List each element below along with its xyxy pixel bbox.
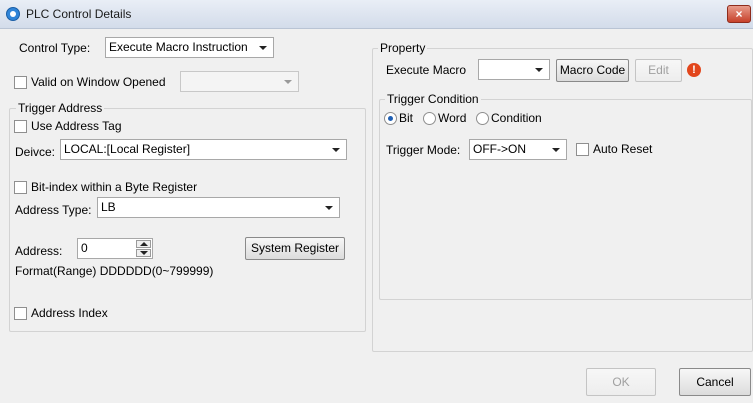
use-address-tag-checkbox[interactable] <box>14 120 27 133</box>
spin-down-button[interactable] <box>136 249 151 257</box>
edit-button[interactable]: Edit <box>635 59 682 82</box>
system-register-button[interactable]: System Register <box>245 237 345 260</box>
trigger-mode-label: Trigger Mode: <box>386 143 461 157</box>
spin-up-button[interactable] <box>136 240 151 248</box>
valid-on-window-opened-label: Valid on Window Opened <box>31 75 166 89</box>
format-range-text: Format(Range) DDDDDD(0~799999) <box>15 264 214 278</box>
device-select[interactable]: LOCAL:[Local Register] <box>60 139 347 160</box>
chevron-down-icon <box>332 148 340 152</box>
execute-macro-select[interactable] <box>478 59 550 80</box>
auto-reset-checkbox[interactable] <box>576 143 589 156</box>
radio-bit[interactable] <box>384 112 397 125</box>
chevron-down-icon <box>535 68 543 72</box>
address-type-label: Address Type: <box>15 203 92 217</box>
address-label: Address: <box>15 244 63 258</box>
app-icon <box>6 7 20 21</box>
control-type-select[interactable]: Execute Macro Instruction <box>105 37 274 58</box>
radio-word[interactable] <box>423 112 436 125</box>
address-type-value: LB <box>101 200 116 214</box>
close-button[interactable]: × <box>727 5 751 23</box>
window-title: PLC Control Details <box>26 7 132 21</box>
arrow-up-icon <box>140 242 148 246</box>
arrow-down-icon <box>140 251 148 255</box>
use-address-tag-label: Use Address Tag <box>31 119 122 133</box>
trigger-address-legend: Trigger Address <box>16 101 105 115</box>
chevron-down-icon <box>284 80 292 84</box>
address-index-checkbox[interactable] <box>14 307 27 320</box>
trigger-mode-value: OFF->ON <box>473 142 526 156</box>
execute-macro-label: Execute Macro <box>386 63 467 77</box>
radio-condition[interactable] <box>476 112 489 125</box>
valid-on-window-opened-checkbox[interactable] <box>14 76 27 89</box>
radio-word-label: Word <box>438 111 467 125</box>
valid-on-window-opened-select[interactable] <box>180 71 299 92</box>
address-spinbox[interactable]: 0 <box>77 238 153 259</box>
cancel-button[interactable]: Cancel <box>679 368 751 396</box>
ok-button[interactable]: OK <box>586 368 656 396</box>
radio-condition-label: Condition <box>491 111 542 125</box>
device-value: LOCAL:[Local Register] <box>64 142 191 156</box>
chevron-down-icon <box>552 148 560 152</box>
property-legend: Property <box>378 41 428 55</box>
trigger-condition-legend: Trigger Condition <box>385 92 481 106</box>
control-type-label: Control Type: <box>19 41 91 55</box>
trigger-condition-group <box>379 99 752 300</box>
bit-index-checkbox[interactable] <box>14 181 27 194</box>
address-value: 0 <box>81 241 88 255</box>
address-index-label: Address Index <box>31 306 108 320</box>
warning-icon: ! <box>687 63 701 77</box>
control-type-value: Execute Macro Instruction <box>109 40 248 54</box>
chevron-down-icon <box>259 46 267 50</box>
chevron-down-icon <box>325 206 333 210</box>
bit-index-label: Bit-index within a Byte Register <box>31 180 198 194</box>
address-type-select[interactable]: LB <box>97 197 340 218</box>
trigger-mode-select[interactable]: OFF->ON <box>469 139 567 160</box>
macro-code-button[interactable]: Macro Code <box>556 59 629 82</box>
radio-bit-label: Bit <box>399 111 414 125</box>
auto-reset-label: Auto Reset <box>593 142 653 156</box>
device-label: Deivce: <box>15 145 56 159</box>
